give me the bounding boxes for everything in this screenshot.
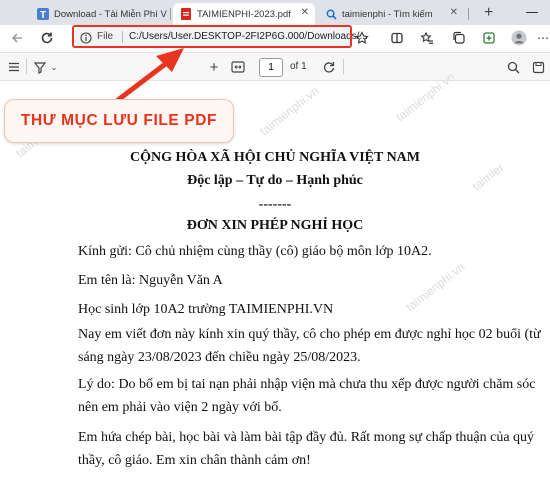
- doc-paragraph: Em hứa chép bài, học bài và làm bài tập …: [78, 430, 535, 445]
- doc-paragraph: Nay em viết đơn này kính xin quý thầy, c…: [78, 327, 541, 342]
- annotation-badge-label: THƯ MỤC LƯU FILE PDF: [20, 112, 218, 129]
- doc-paragraph: thầy, cô giáo. Em xin chân thành cảm ơn!: [78, 453, 311, 468]
- doc-paragraph: nên em phải vào viện 2 ngày với bố.: [78, 400, 282, 415]
- doc-title: ĐƠN XIN PHÉP NGHỈ HỌC: [186, 218, 364, 233]
- annotation-badge: THƯ MỤC LƯU FILE PDF: [4, 99, 234, 143]
- doc-paragraph: Em tên là: Nguyễn Văn A: [78, 273, 223, 288]
- doc-header-divider: -------: [258, 197, 292, 212]
- doc-paragraph: Học sinh lớp 10A2 trường TAIMIENPHI.VN: [78, 302, 334, 317]
- doc-paragraph: Lý do: Do bố em bị tai nạn phải nhập việ…: [78, 377, 536, 392]
- doc-header-country: CỘNG HÒA XÃ HỘI CHỦ NGHĨA VIỆT NAM: [129, 150, 420, 165]
- doc-header-motto: Độc lập – Tự do – Hạnh phúc: [187, 173, 363, 188]
- doc-paragraph: sáng ngày 23/08/2023 đến chiều ngày 25/0…: [78, 350, 361, 365]
- doc-paragraph: Kính gửi: Cô chủ nhiệm cùng thầy (cô) gi…: [78, 244, 432, 259]
